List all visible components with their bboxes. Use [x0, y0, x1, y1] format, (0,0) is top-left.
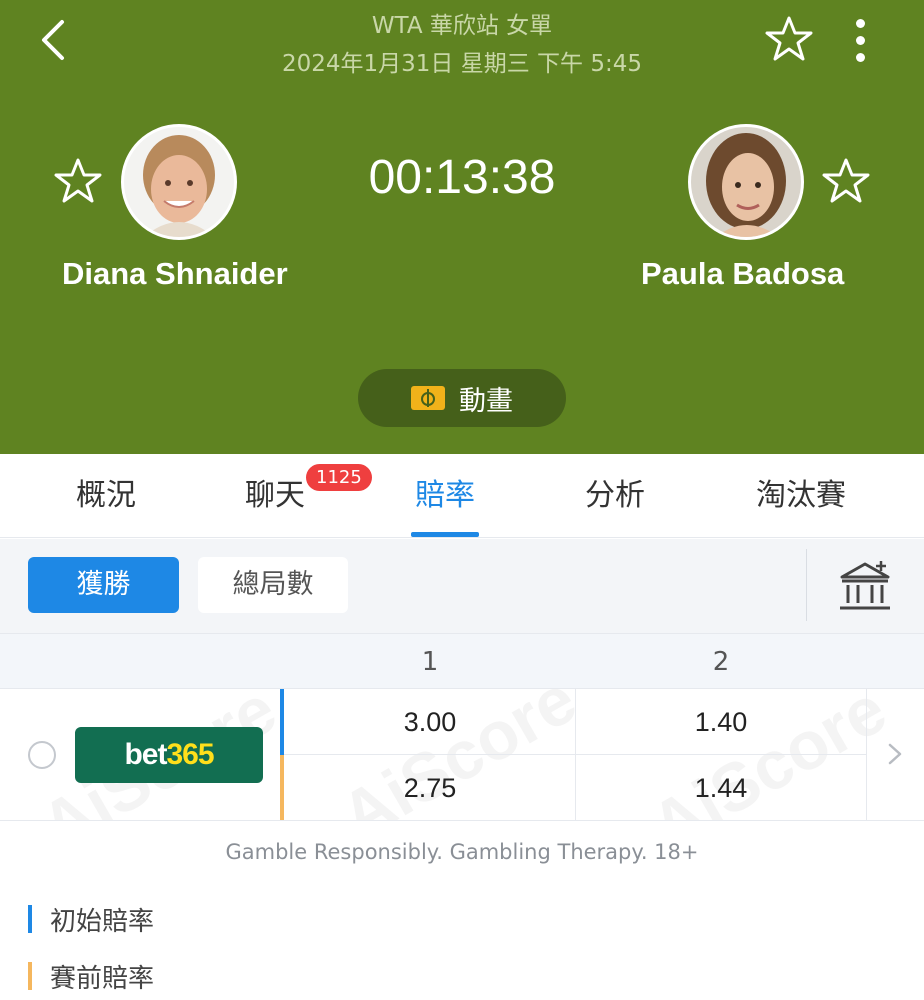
- match-tabs: 概況 聊天 賠率 分析 淘汰賽: [0, 454, 924, 538]
- legend-prematch: 賽前賠率: [28, 961, 154, 994]
- opening-odd-home[interactable]: 3.00: [370, 707, 490, 738]
- away-player-avatar[interactable]: [688, 124, 804, 240]
- match-header: WTA 華欣站 女單 2024年1月31日 星期三 下午 5:45 Diana …: [0, 0, 924, 454]
- legend-prematch-label: 賽前賠率: [50, 963, 155, 994]
- animation-button[interactable]: 動畫: [358, 369, 566, 427]
- home-player-name[interactable]: Diana Shnaider: [62, 256, 288, 292]
- bookmaker-logo[interactable]: bet 365: [75, 727, 263, 783]
- pitch-icon: [411, 386, 445, 410]
- subtab-total-games[interactable]: 總局數: [198, 557, 348, 613]
- animation-label: 動畫: [459, 385, 513, 417]
- legend-opening-label: 初始賠率: [50, 906, 155, 937]
- bookmaker-odds-row[interactable]: AiScore AiScore AiScore bet365 3.00 1.40…: [0, 689, 924, 821]
- legend-opening: 初始賠率: [28, 904, 154, 937]
- bookmaker-name-part2: 365: [166, 738, 214, 771]
- chevron-right-icon[interactable]: [884, 739, 906, 769]
- prematch-odd-home[interactable]: 2.75: [370, 773, 490, 804]
- legend-marker-orange: [28, 962, 32, 990]
- favorite-away-star-icon[interactable]: [821, 156, 871, 206]
- tab-analysis[interactable]: 分析: [545, 454, 685, 538]
- divider: [806, 549, 807, 621]
- tab-overview[interactable]: 概況: [36, 454, 176, 538]
- tab-knockout[interactable]: 淘汰賽: [731, 454, 871, 538]
- odds-type-bar: 獲勝 總局數: [0, 539, 924, 633]
- opening-odd-away[interactable]: 1.40: [661, 707, 781, 738]
- subtab-winner[interactable]: 獲勝: [28, 557, 179, 613]
- column-home: 1: [421, 647, 439, 677]
- column-away: 2: [712, 647, 730, 677]
- away-player-name[interactable]: Paula Badosa: [641, 256, 844, 292]
- tab-odds[interactable]: 賠率: [375, 454, 515, 538]
- bookmaker-bank-icon[interactable]: [836, 559, 894, 613]
- bookmaker-name-part1: bet: [124, 738, 167, 771]
- column-divider: [866, 689, 867, 820]
- favorite-match-star-icon[interactable]: [764, 14, 814, 64]
- odds-column-header: 1 2: [0, 633, 924, 689]
- chat-count-badge: 1125: [306, 464, 372, 491]
- opening-odds-marker: [280, 689, 284, 755]
- pre-match-odds-marker: [280, 755, 284, 820]
- more-options-icon[interactable]: [843, 16, 877, 64]
- prematch-odd-away[interactable]: 1.44: [661, 773, 781, 804]
- column-divider: [575, 689, 576, 820]
- select-bookmaker-radio[interactable]: [28, 741, 56, 769]
- gambling-disclaimer: Gamble Responsibly. Gambling Therapy. 18…: [225, 840, 699, 864]
- active-tab-indicator: [411, 532, 479, 537]
- legend-marker-blue: [28, 905, 32, 933]
